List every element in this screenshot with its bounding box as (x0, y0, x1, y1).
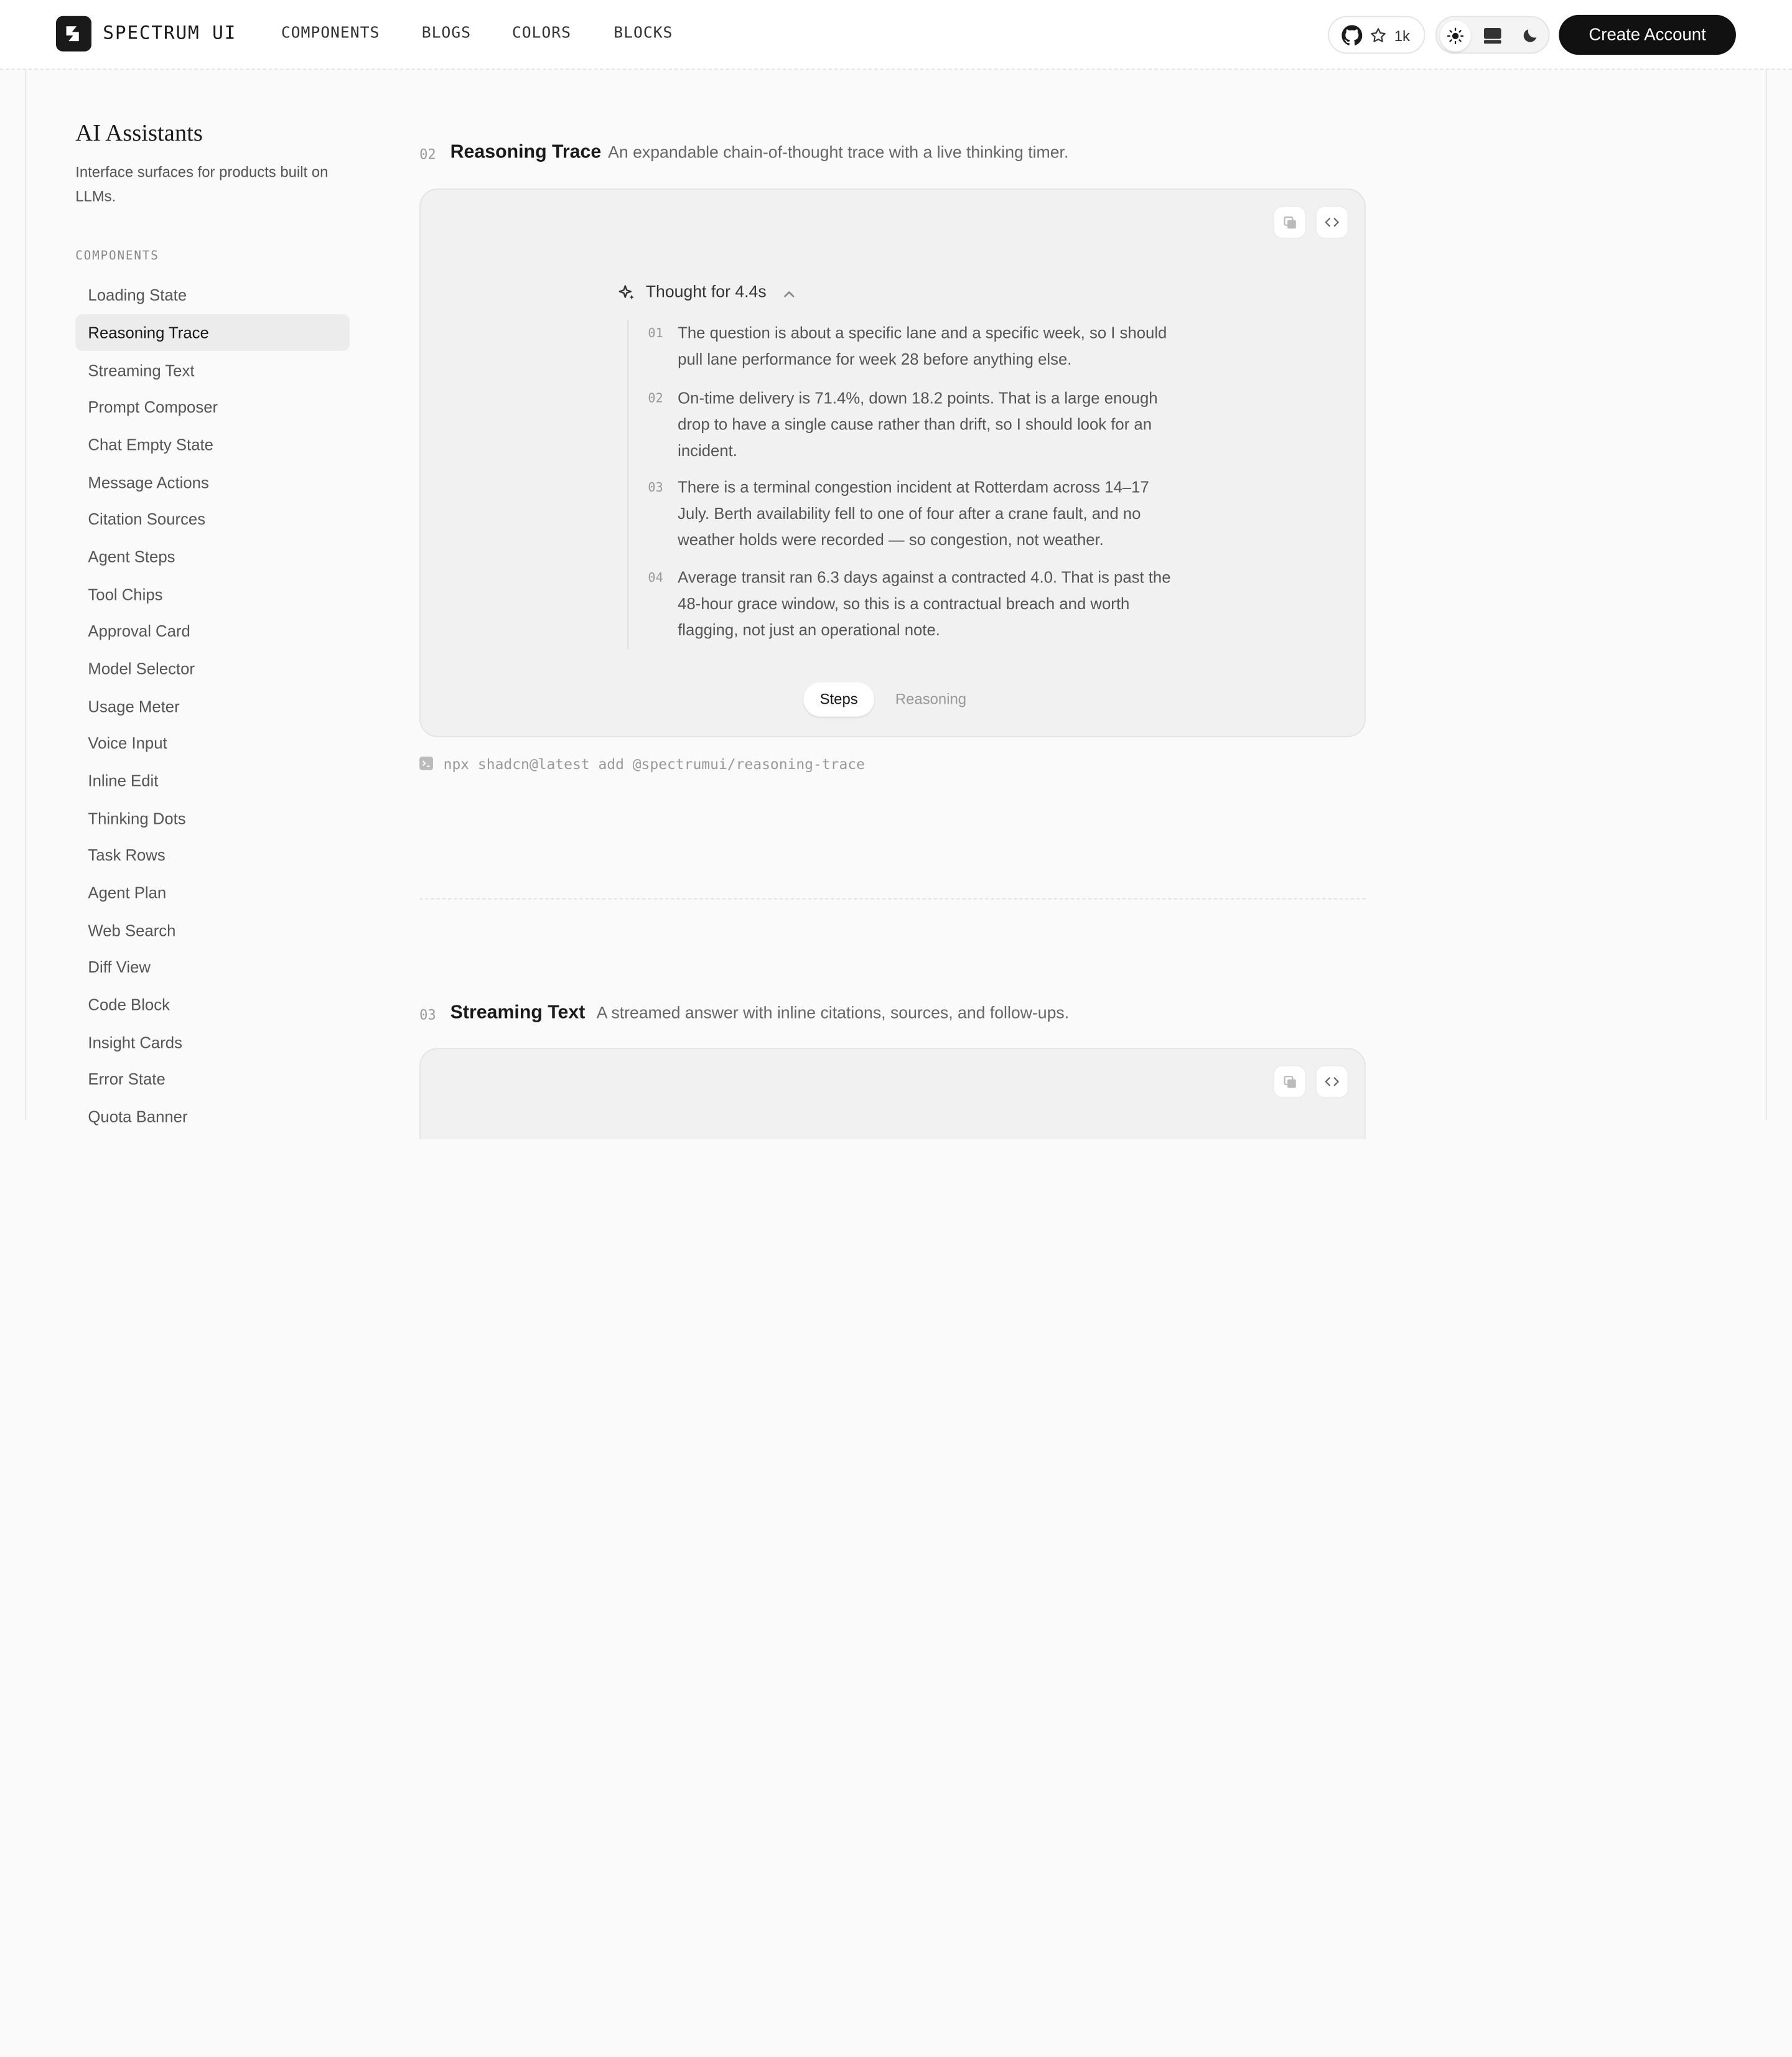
step-number: 03 (648, 480, 663, 495)
step-text: The question is about a specific lane an… (678, 323, 1167, 368)
sidebar-item-diff-view[interactable]: Diff View (75, 948, 350, 985)
install-command-text: npx shadcn@latest add @spectrumui/reason… (443, 755, 865, 773)
logo-icon[interactable] (55, 16, 91, 52)
section-number: 02 (419, 146, 436, 162)
sidebar-item-loading-state[interactable]: Loading State (75, 276, 350, 313)
sidebar-item-chat-empty-state[interactable]: Chat Empty State (75, 426, 350, 463)
chevron-up-icon (784, 291, 795, 297)
sidebar-item-error-state[interactable]: Error State (75, 1060, 350, 1097)
sidebar-item-web-search[interactable]: Web Search (75, 912, 350, 949)
copy-icon (1283, 215, 1295, 228)
sidebar-title: AI Assistants (75, 119, 203, 147)
sidebar-item-approval-card[interactable]: Approval Card (75, 612, 350, 649)
preview-card-streaming-text (419, 1048, 1366, 1140)
top-bar: SPECTRUM UI COMPONENTS BLOGS COLORS BLOC… (0, 0, 1792, 70)
step-number: 04 (648, 570, 663, 585)
section-title-reasoning-trace: Reasoning Trace (450, 141, 602, 162)
copy-button[interactable] (1273, 1065, 1307, 1099)
sidebar-item-streaming-text[interactable]: Streaming Text (75, 352, 350, 389)
sidebar-section-label: COMPONENTS (75, 249, 159, 263)
nav-components[interactable]: COMPONENTS (281, 24, 380, 42)
nav-blocks[interactable]: BLOCKS (614, 24, 673, 42)
sidebar-item-citation-sources[interactable]: Citation Sources (75, 500, 350, 537)
monitor-icon[interactable] (1483, 27, 1501, 45)
sidebar-item-thinking-dots[interactable]: Thinking Dots (75, 800, 350, 837)
sparkle-icon (618, 285, 635, 300)
sidebar-description: Interface surfaces for products built on… (75, 163, 329, 205)
tab-steps[interactable]: Steps (803, 682, 875, 717)
section-description: An expandable chain-of-thought trace wit… (608, 144, 1069, 162)
sidebar-item-insight-cards[interactable]: Insight Cards (75, 1024, 350, 1061)
section-description: A streamed answer with inline citations,… (596, 1004, 1070, 1023)
create-account-button[interactable]: Create Account (1559, 14, 1736, 55)
view-code-button[interactable] (1315, 205, 1349, 239)
view-code-button[interactable] (1315, 1065, 1349, 1099)
star-icon (1371, 28, 1386, 42)
section-title-streaming-text: Streaming Text (450, 1002, 586, 1023)
sidebar-item-code-block[interactable]: Code Block (75, 986, 350, 1023)
sun-icon (1447, 27, 1464, 45)
right-border (1765, 70, 1767, 1120)
step-number: 01 (648, 325, 663, 341)
sidebar-item-voice-input[interactable]: Voice Input (75, 724, 350, 761)
left-border (25, 70, 27, 1120)
copy-button[interactable] (1273, 205, 1307, 239)
sidebar-item-inline-edit[interactable]: Inline Edit (75, 762, 350, 799)
star-count: 1k (1394, 27, 1410, 45)
section-number: 03 (419, 1007, 436, 1023)
terminal-icon (419, 756, 434, 770)
theme-switcher[interactable] (1435, 16, 1550, 54)
step-text: On-time delivery is 71.4%, down 18.2 poi… (678, 388, 1158, 460)
brand-name[interactable]: SPECTRUM UI (103, 22, 236, 44)
code-icon (1325, 218, 1339, 227)
trace-line (627, 320, 629, 650)
section-divider (419, 898, 1366, 900)
sidebar-item-quota-banner[interactable]: Quota Banner (75, 1098, 350, 1135)
sidebar-item-agent-plan[interactable]: Agent Plan (75, 874, 350, 911)
sidebar-item-usage-meter[interactable]: Usage Meter (75, 688, 350, 725)
sidebar-item-model-selector[interactable]: Model Selector (75, 650, 350, 687)
code-icon (1325, 1077, 1339, 1086)
sidebar-item-message-actions[interactable]: Message Actions (75, 464, 350, 501)
sidebar-item-task-rows[interactable]: Task Rows (75, 836, 350, 873)
github-icon (1342, 25, 1363, 45)
sidebar-item-prompt-composer[interactable]: Prompt Composer (75, 388, 350, 425)
sidebar-item-tool-chips[interactable]: Tool Chips (75, 576, 350, 613)
thought-duration-label: Thought for 4.4s (645, 283, 767, 302)
nav-blogs[interactable]: BLOGS (422, 24, 471, 42)
nav-colors[interactable]: COLORS (512, 24, 571, 42)
tab-reasoning[interactable]: Reasoning (884, 683, 978, 717)
sidebar-item-agent-steps[interactable]: Agent Steps (75, 538, 350, 575)
sidebar-item-reasoning-trace[interactable]: Reasoning Trace (75, 314, 350, 351)
github-stars-button[interactable]: 1k (1328, 16, 1426, 54)
step-number: 02 (648, 391, 663, 406)
step-text: Average transit ran 6.3 days against a c… (678, 567, 1171, 639)
moon-icon[interactable] (1521, 26, 1539, 44)
copy-icon (1283, 1075, 1295, 1088)
step-text: There is a terminal congestion incident … (678, 477, 1149, 549)
